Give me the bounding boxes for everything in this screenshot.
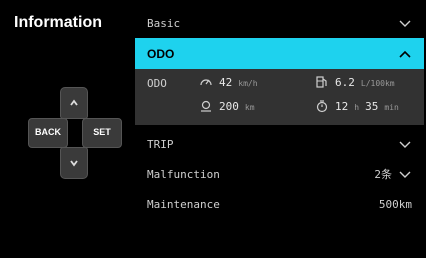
menu-item-basic[interactable]: Basic	[135, 8, 424, 38]
page-title: Information	[14, 14, 102, 31]
chevron-up-icon	[70, 99, 78, 106]
location-pin-icon	[201, 100, 211, 112]
menu-item-trip[interactable]: TRIP	[135, 129, 424, 159]
set-label: SET	[93, 127, 111, 137]
fuel-stat: 6.2 L/100km	[315, 75, 395, 89]
chevron-down-icon	[398, 139, 412, 149]
menu-item-malfunction[interactable]: Malfunction 2条	[135, 159, 424, 189]
menu-item-label: TRIP	[147, 137, 174, 151]
set-button[interactable]: SET	[82, 118, 122, 148]
back-button[interactable]: BACK	[28, 118, 68, 148]
malfunction-count: 2条	[374, 168, 392, 181]
up-button[interactable]	[60, 87, 88, 119]
speed-stat: 42 km/h	[199, 75, 258, 89]
menu-item-label: Maintenance	[147, 197, 220, 211]
menu-item-label: ODO	[147, 46, 175, 61]
maintenance-value: 500km	[378, 197, 412, 211]
chevron-up-icon	[398, 49, 412, 59]
chevron-down-icon	[398, 18, 412, 28]
chevron-down-icon	[398, 169, 412, 179]
down-button[interactable]	[60, 147, 88, 179]
odo-panel-label: ODO	[147, 77, 167, 90]
dpad: BACK SET	[28, 85, 143, 180]
menu-item-label: Malfunction	[147, 167, 220, 181]
stopwatch-icon	[316, 100, 328, 113]
menu-item-maintenance[interactable]: Maintenance 500km	[135, 189, 424, 219]
menu-item-odo[interactable]: ODO	[135, 38, 424, 69]
odo-panel: ODO 42 km/h 6.2 L/100km 200 km 12 h 35 m…	[135, 69, 424, 125]
chevron-down-icon	[70, 160, 78, 167]
time-stat: 12 h 35 min	[315, 99, 399, 113]
back-label: BACK	[35, 127, 61, 137]
distance-stat: 200 km	[199, 99, 255, 113]
menu-item-label: Basic	[147, 16, 181, 30]
speedometer-icon	[200, 79, 212, 86]
fuel-pump-icon	[316, 76, 327, 88]
info-menu: Basic ODO ODO 42 km/h 6.2 L/100km 200 km…	[135, 8, 424, 219]
